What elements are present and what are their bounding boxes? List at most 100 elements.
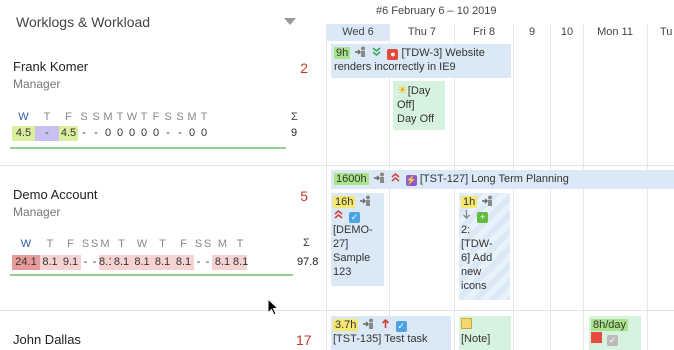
card-line: 2: [461, 224, 471, 236]
day-value[interactable]: 0 [102, 126, 114, 141]
sun-icon: ☀ [397, 83, 408, 97]
checkbox-icon: ✓ [607, 335, 619, 346]
day-value[interactable]: 0 [198, 126, 210, 141]
column-header-tue[interactable]: Tu [648, 24, 674, 41]
note-card[interactable]: [Note] [459, 316, 511, 350]
column-header-mon[interactable]: Mon 11 [584, 24, 646, 41]
column-header-wed[interactable]: Wed 6 [327, 24, 389, 41]
day-value[interactable]: 8.1 [40, 255, 60, 270]
card-title: [Note] [461, 333, 491, 345]
day-value[interactable]: - [78, 126, 90, 141]
assignee-icon [363, 318, 374, 329]
day-label: M [187, 111, 197, 123]
day-label: S [90, 238, 99, 250]
day-value[interactable]: 0 [150, 126, 162, 141]
person-name[interactable]: Frank Komer [13, 59, 88, 74]
day-label: F [67, 238, 74, 250]
chevron-down-icon[interactable] [284, 18, 296, 25]
cursor-icon [267, 298, 279, 316]
day-value[interactable]: - [162, 126, 174, 141]
day-label: F [180, 238, 187, 250]
day-value[interactable]: - [81, 255, 90, 270]
day-value[interactable]: 0 [186, 126, 198, 141]
calendar-icon [591, 332, 602, 343]
day-value[interactable]: 8.1 [212, 255, 233, 270]
worklog-card[interactable]: 3.7h ✓ [TST-135] Test task [331, 316, 451, 350]
day-value[interactable]: 8.1 [173, 255, 194, 270]
person-role: Manager [13, 205, 61, 219]
person-name[interactable]: John Dallas [13, 332, 81, 347]
priority-lowest-icon [371, 46, 382, 57]
card-title: [TST-127] Long Term Planning [419, 173, 569, 185]
panel-title: Worklogs & Workload [16, 14, 151, 30]
row-divider [326, 310, 674, 311]
worklog-card[interactable]: 16h ✓ [DEMO- 27] Sample 123 [331, 193, 384, 286]
day-value[interactable]: 8.1 [233, 255, 248, 270]
day-value[interactable]: - [203, 255, 212, 270]
issue-count[interactable]: 5 [296, 188, 308, 204]
day-label: T [46, 238, 54, 250]
column-header-sun[interactable]: 10 [551, 24, 583, 41]
day-label: W [136, 238, 148, 250]
hours-badge: 1h [461, 196, 478, 208]
row-divider [326, 165, 674, 166]
day-label: W [126, 111, 138, 123]
day-label: S [176, 111, 184, 123]
day-label: M [103, 111, 113, 123]
column-header-fri[interactable]: Fri 8 [455, 24, 513, 41]
day-value[interactable]: - [90, 255, 99, 270]
priority-highest-icon [390, 172, 401, 183]
assignee-icon [373, 172, 385, 183]
day-label: M [100, 238, 110, 250]
day-value[interactable]: 0 [138, 126, 150, 141]
day-value[interactable]: 8.1 [132, 255, 152, 270]
issue-count[interactable]: 2 [296, 60, 308, 76]
day-label: T [200, 111, 208, 123]
worklog-card[interactable]: 1h + 2: [TDW- 6] Add new icons [459, 193, 510, 300]
total-value: 97.8 [297, 256, 319, 268]
day-value[interactable]: - [174, 126, 186, 141]
day-value[interactable]: - [90, 126, 102, 141]
task-icon: ✓ [395, 321, 407, 332]
day-value[interactable]: 4.5 [59, 126, 78, 141]
day-value[interactable]: 8.1 [152, 255, 173, 270]
day-off-card[interactable]: ☀[Day Off] Day Off [393, 81, 445, 130]
assignee-icon [360, 195, 371, 206]
day-label: T [118, 238, 125, 250]
assignee-icon [355, 46, 366, 57]
card-line: [DEMO- [333, 224, 373, 236]
day-value[interactable]: 4.5 [12, 126, 35, 141]
workload-panel: Worklogs & Workload Frank Komer Manager … [0, 0, 674, 350]
card-title: [TDW-3] Website [401, 47, 485, 59]
bug-icon: ● [387, 49, 399, 60]
day-value[interactable]: - [35, 126, 59, 141]
day-value[interactable]: - [194, 255, 203, 270]
day-label: T [236, 238, 244, 250]
day-label: S [164, 111, 172, 123]
worklog-card[interactable]: 9h ● [TDW-3] Website renders incorrectly… [331, 44, 511, 78]
day-value[interactable]: 9.1 [60, 255, 81, 270]
day-value[interactable]: 8.1 [99, 255, 114, 270]
sigma-label: Σ [291, 111, 298, 123]
assignee-icon [482, 195, 493, 206]
day-value[interactable]: 8.1 [111, 255, 132, 270]
task-icon: ✓ [349, 212, 361, 223]
worklog-card[interactable]: 8h/day ✓ [589, 316, 641, 350]
workload-bar [10, 274, 293, 276]
daily-values: 4.5-4.5- -0 0 0 0 0- -0 0 [12, 126, 210, 141]
day-value[interactable]: 0 [114, 126, 126, 141]
day-value[interactable]: 24.1 [12, 255, 40, 270]
worklog-card[interactable]: 1600h ⚡ [TST-127] Long Term Planning [331, 170, 674, 189]
card-line: new [461, 266, 482, 278]
hours-badge: 3.7h [333, 319, 359, 331]
column-header-sat[interactable]: 9 [514, 24, 550, 41]
total-value: 9 [291, 127, 298, 139]
column-header-thu[interactable]: Thu 7 [390, 24, 454, 41]
day-value[interactable]: 0 [126, 126, 138, 141]
issue-count[interactable]: 17 [296, 332, 312, 348]
hours-badge: 9h [334, 47, 351, 59]
note-icon [461, 318, 472, 329]
day-label: F [65, 111, 72, 123]
person-name[interactable]: Demo Account [13, 187, 98, 202]
card-title-cont: renders incorrectly in IE9 [334, 61, 456, 73]
